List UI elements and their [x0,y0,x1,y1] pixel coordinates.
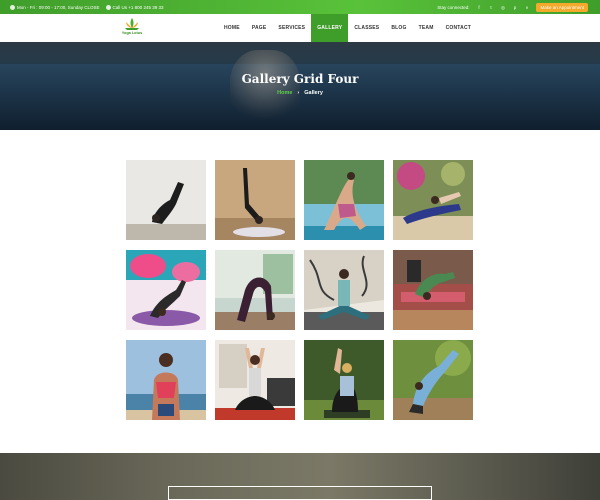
gallery-item[interactable] [215,250,295,330]
yoga-photo [304,250,384,330]
nav-blog[interactable]: BLOG [385,14,412,42]
breadcrumb-home-link[interactable]: Home [277,90,292,96]
breadcrumb-separator-icon: › [297,90,300,96]
main-nav: HOME PAGE SERVICES GALLERY CLASSES BLOG … [218,14,477,42]
clock-icon [10,4,15,10]
yoga-photo [215,340,295,420]
nav-gallery[interactable]: GALLERY [311,14,349,42]
opening-hours-text: Mon - Fri : 09:00 - 17:00, Sunday CLOSE [17,4,100,10]
gallery-item[interactable] [126,160,206,240]
yoga-photo [215,250,295,330]
lotus-logo-icon [125,18,139,30]
stay-connected-label: Stay connected: [437,4,470,10]
gallery-item[interactable] [304,250,384,330]
yoga-photo [126,250,206,330]
page-banner: Gallery Grid Four Home › Gallery [0,42,600,130]
gallery-item[interactable] [126,250,206,330]
breadcrumb-current: Gallery [304,90,323,96]
yoga-photo [126,340,206,420]
phone-icon [105,4,111,10]
nav-home[interactable]: HOME [218,14,246,42]
gallery-item[interactable] [215,340,295,420]
gallery-item[interactable] [393,250,473,330]
yoga-photo [393,160,473,240]
yoga-photo [126,160,206,240]
gallery-item[interactable] [126,340,206,420]
site-logo[interactable]: Yoga Lotus [120,17,144,39]
next-section-frame [168,486,432,500]
top-info-bar: Mon - Fri : 09:00 - 17:00, Sunday CLOSE … [0,0,600,14]
nav-services[interactable]: SERVICES [272,14,311,42]
page-title: Gallery Grid Four [241,72,359,86]
gallery-item[interactable] [304,340,384,420]
vimeo-icon[interactable]: v [524,5,529,10]
yoga-photo [393,250,473,330]
phone-info[interactable]: Call Us +1 800 245 39 33 [105,4,164,10]
gallery-item[interactable] [393,340,473,420]
nav-team[interactable]: TEAM [413,14,440,42]
gallery-item[interactable] [215,160,295,240]
opening-hours: Mon - Fri : 09:00 - 17:00, Sunday CLOSE [10,4,100,10]
twitter-icon[interactable]: t [488,5,493,10]
phone-text[interactable]: Call Us +1 800 245 39 33 [113,5,164,10]
logo-text: Yoga Lotus [121,31,143,35]
nav-page[interactable]: PAGE [246,14,273,42]
gallery-grid [126,160,474,422]
pinterest-icon[interactable]: p [512,5,517,10]
nav-contact[interactable]: CONTACT [440,14,477,42]
yoga-photo [393,340,473,420]
make-appointment-button[interactable]: Make an Appointment [536,2,588,12]
nav-classes[interactable]: CLASSES [348,14,385,42]
yoga-photo [304,160,384,240]
yoga-photo [215,160,295,240]
yoga-photo [304,340,384,420]
site-header: Yoga Lotus HOME PAGE SERVICES GALLERY CL… [0,14,600,42]
facebook-icon[interactable]: f [476,5,481,10]
breadcrumb: Home › Gallery [0,90,600,96]
gallery-item[interactable] [304,160,384,240]
gallery-item[interactable] [393,160,473,240]
instagram-icon[interactable]: ◎ [500,5,505,10]
